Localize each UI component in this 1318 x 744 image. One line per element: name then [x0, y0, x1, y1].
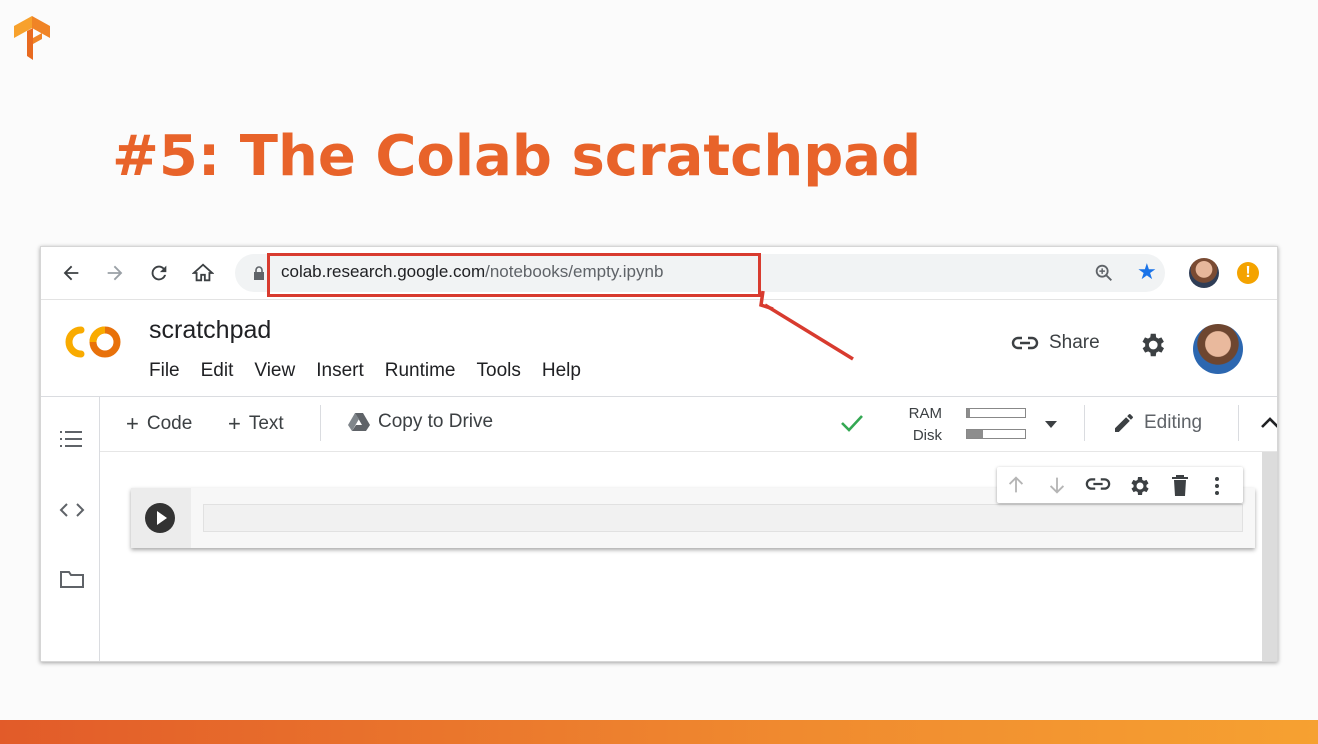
- share-button[interactable]: Share: [1011, 332, 1100, 354]
- cell-settings-gear-icon[interactable]: [1127, 474, 1151, 498]
- settings-gear-icon[interactable]: [1137, 330, 1167, 360]
- notebook-title[interactable]: scratchpad: [149, 316, 271, 345]
- user-avatar[interactable]: [1193, 324, 1243, 374]
- connected-check-icon: [841, 415, 863, 432]
- menu-view[interactable]: View: [254, 360, 295, 382]
- zoom-icon[interactable]: [1093, 262, 1115, 284]
- plus-icon: +: [228, 411, 241, 436]
- tensorflow-logo: [14, 16, 50, 60]
- menu-tools[interactable]: Tools: [477, 360, 521, 382]
- forward-icon[interactable]: [101, 259, 129, 287]
- disk-meter-fill: [967, 430, 984, 438]
- menu-runtime[interactable]: Runtime: [385, 360, 456, 382]
- add-code-button[interactable]: + Code: [126, 411, 192, 437]
- disk-label: Disk: [912, 427, 942, 444]
- ram-meter: [966, 408, 1026, 418]
- colab-logo: [65, 326, 121, 358]
- move-up-arrow-icon[interactable]: [1005, 474, 1027, 496]
- ram-label: RAM: [908, 405, 942, 422]
- copy-to-drive-button[interactable]: Copy to Drive: [348, 411, 493, 433]
- resource-labels[interactable]: RAM Disk: [876, 403, 942, 447]
- browser-window: colab.research.google.com/notebooks/empt…: [40, 246, 1278, 662]
- copy-to-drive-label: Copy to Drive: [378, 411, 494, 432]
- editing-mode-button[interactable]: Editing: [1112, 411, 1202, 435]
- run-cell-button[interactable]: [145, 503, 175, 533]
- browser-navbar: colab.research.google.com/notebooks/empt…: [41, 247, 1277, 300]
- menu-edit[interactable]: Edit: [201, 360, 234, 382]
- toolbar-divider: [320, 405, 321, 441]
- share-label: Share: [1049, 332, 1100, 353]
- link-icon: [1011, 336, 1039, 350]
- more-options-icon[interactable]: [1211, 474, 1223, 498]
- lock-icon: [254, 266, 264, 280]
- table-of-contents-icon[interactable]: [59, 429, 83, 449]
- toolbar-divider: [1084, 405, 1085, 441]
- cell-gutter: [131, 488, 191, 548]
- disk-meter: [966, 429, 1026, 439]
- vertical-scrollbar[interactable]: [1262, 452, 1277, 661]
- colab-header: scratchpad File Edit View Insert Runtime…: [41, 300, 1277, 397]
- bookmark-star-icon[interactable]: ★: [1137, 259, 1157, 285]
- files-folder-icon[interactable]: [59, 569, 85, 589]
- menu-file[interactable]: File: [149, 360, 180, 382]
- menu-help[interactable]: Help: [542, 360, 581, 382]
- menu-bar: File Edit View Insert Runtime Tools Help: [149, 360, 602, 382]
- home-icon[interactable]: [189, 259, 217, 287]
- notebook-content: [100, 452, 1262, 661]
- menu-insert[interactable]: Insert: [316, 360, 364, 382]
- toolbar-divider: [1238, 405, 1239, 441]
- cell-toolbar: [997, 467, 1243, 503]
- url-highlight-box: [267, 253, 761, 297]
- editing-label: Editing: [1144, 412, 1203, 433]
- profile-avatar[interactable]: [1189, 258, 1219, 288]
- slide-bottom-bar: [0, 720, 1318, 744]
- plus-icon: +: [126, 411, 139, 436]
- text-label: Text: [248, 413, 284, 434]
- reload-icon[interactable]: [145, 259, 173, 287]
- code-snippets-icon[interactable]: [59, 501, 85, 519]
- notebook-toolbar: + Code + Text Copy to Drive RAM Disk Editi…: [100, 397, 1278, 452]
- slide-title: #5: The Colab scratchpad: [112, 124, 922, 189]
- move-down-arrow-icon[interactable]: [1046, 474, 1068, 496]
- code-label: Code: [146, 413, 193, 434]
- collapse-chevron-up-icon[interactable]: [1260, 415, 1278, 429]
- left-sidebar: [41, 397, 100, 661]
- cell-link-icon[interactable]: [1085, 476, 1111, 492]
- back-icon[interactable]: [57, 259, 85, 287]
- pencil-icon: [1115, 414, 1133, 432]
- code-cell-input[interactable]: [203, 504, 1243, 532]
- ram-meter-fill: [967, 409, 970, 417]
- google-drive-icon: [348, 413, 370, 431]
- add-text-button[interactable]: + Text: [228, 411, 284, 437]
- delete-trash-icon[interactable]: [1169, 474, 1191, 498]
- resources-dropdown-icon[interactable]: [1044, 419, 1058, 429]
- alert-icon[interactable]: !: [1237, 262, 1259, 284]
